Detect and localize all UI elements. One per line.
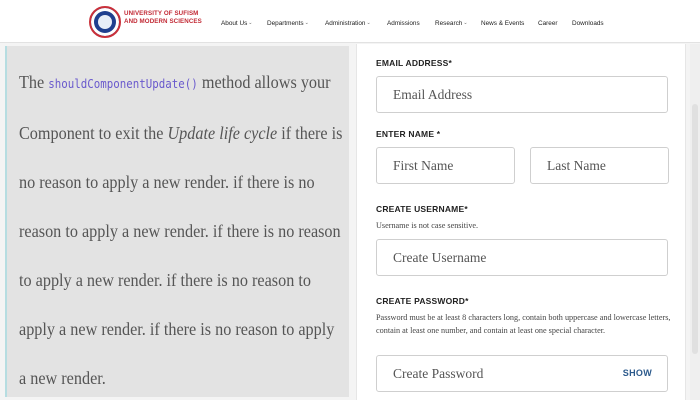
article-text: The shouldComponentUpdate() method allow… xyxy=(19,58,344,400)
nav-label: News & Events xyxy=(481,19,525,27)
nav-item-admissions[interactable]: Admissions xyxy=(387,17,420,29)
chevron-down-icon: ⌄ xyxy=(304,20,309,26)
username-label: CREATE USERNAME* xyxy=(376,204,468,214)
nav-label: Administration xyxy=(325,19,366,27)
article-card: The shouldComponentUpdate() method allow… xyxy=(5,46,349,397)
chevron-down-icon: ⌄ xyxy=(366,20,371,26)
password-field[interactable]: Create Password SHOW xyxy=(376,355,668,392)
nav-label: About Us xyxy=(221,19,248,27)
nav-item-career[interactable]: Career xyxy=(538,17,558,29)
scrollbar-thumb[interactable] xyxy=(692,104,698,354)
university-logo-icon[interactable] xyxy=(89,6,121,38)
show-password-button[interactable]: SHOW xyxy=(623,356,652,391)
username-hint: Username is not case sensitive. xyxy=(376,221,479,230)
nav-label: Downloads xyxy=(572,19,604,27)
scrollbar[interactable] xyxy=(690,44,700,400)
registration-form: EMAIL ADDRESS* Email Address ENTER NAME … xyxy=(356,44,686,400)
top-navigation-bar: UNIVERSITY OF SUFISM AND MODERN SCIENCES… xyxy=(0,0,700,43)
first-name-field[interactable]: First Name xyxy=(376,147,515,184)
university-name[interactable]: UNIVERSITY OF SUFISM AND MODERN SCIENCES xyxy=(124,10,202,26)
chevron-down-icon: ⌄ xyxy=(463,20,468,26)
nav-label: Departments xyxy=(267,19,304,27)
university-name-line2: AND MODERN SCIENCES xyxy=(124,18,202,25)
password-label: CREATE PASSWORD* xyxy=(376,296,469,306)
password-placeholder: Create Password xyxy=(393,366,484,381)
code-snippet: shouldComponentUpdate() xyxy=(48,77,198,91)
nav-item-research[interactable]: Research ⌄ xyxy=(435,17,468,29)
article-the: The xyxy=(19,72,45,92)
nav-label: Career xyxy=(538,19,558,27)
nav-item-departments[interactable]: Departments ⌄ xyxy=(267,17,309,29)
name-label: ENTER NAME * xyxy=(376,129,441,139)
last-name-field[interactable]: Last Name xyxy=(530,147,669,184)
nav-item-news-events[interactable]: News & Events xyxy=(481,17,524,29)
nav-item-administration[interactable]: Administration ⌄ xyxy=(325,17,371,29)
username-placeholder: Create Username xyxy=(393,250,487,265)
email-placeholder: Email Address xyxy=(393,87,473,102)
first-name-placeholder: First Name xyxy=(393,158,454,173)
article-lifecycle: Update life cycle xyxy=(167,123,278,143)
nav-label: Research xyxy=(435,19,463,27)
nav-label: Admissions xyxy=(387,19,420,27)
chevron-down-icon: ⌄ xyxy=(248,20,253,26)
nav-item-about-us[interactable]: About Us ⌄ xyxy=(221,17,253,29)
last-name-placeholder: Last Name xyxy=(547,158,606,173)
password-hint: Password must be at least 8 characters l… xyxy=(376,313,671,335)
email-field[interactable]: Email Address xyxy=(376,76,668,113)
university-name-line1: UNIVERSITY OF SUFISM xyxy=(124,10,199,17)
nav-item-downloads[interactable]: Downloads xyxy=(572,17,604,29)
article-body: if there is no reason to apply a new ren… xyxy=(19,123,343,388)
username-field[interactable]: Create Username xyxy=(376,239,668,276)
email-label: EMAIL ADDRESS* xyxy=(376,58,453,68)
